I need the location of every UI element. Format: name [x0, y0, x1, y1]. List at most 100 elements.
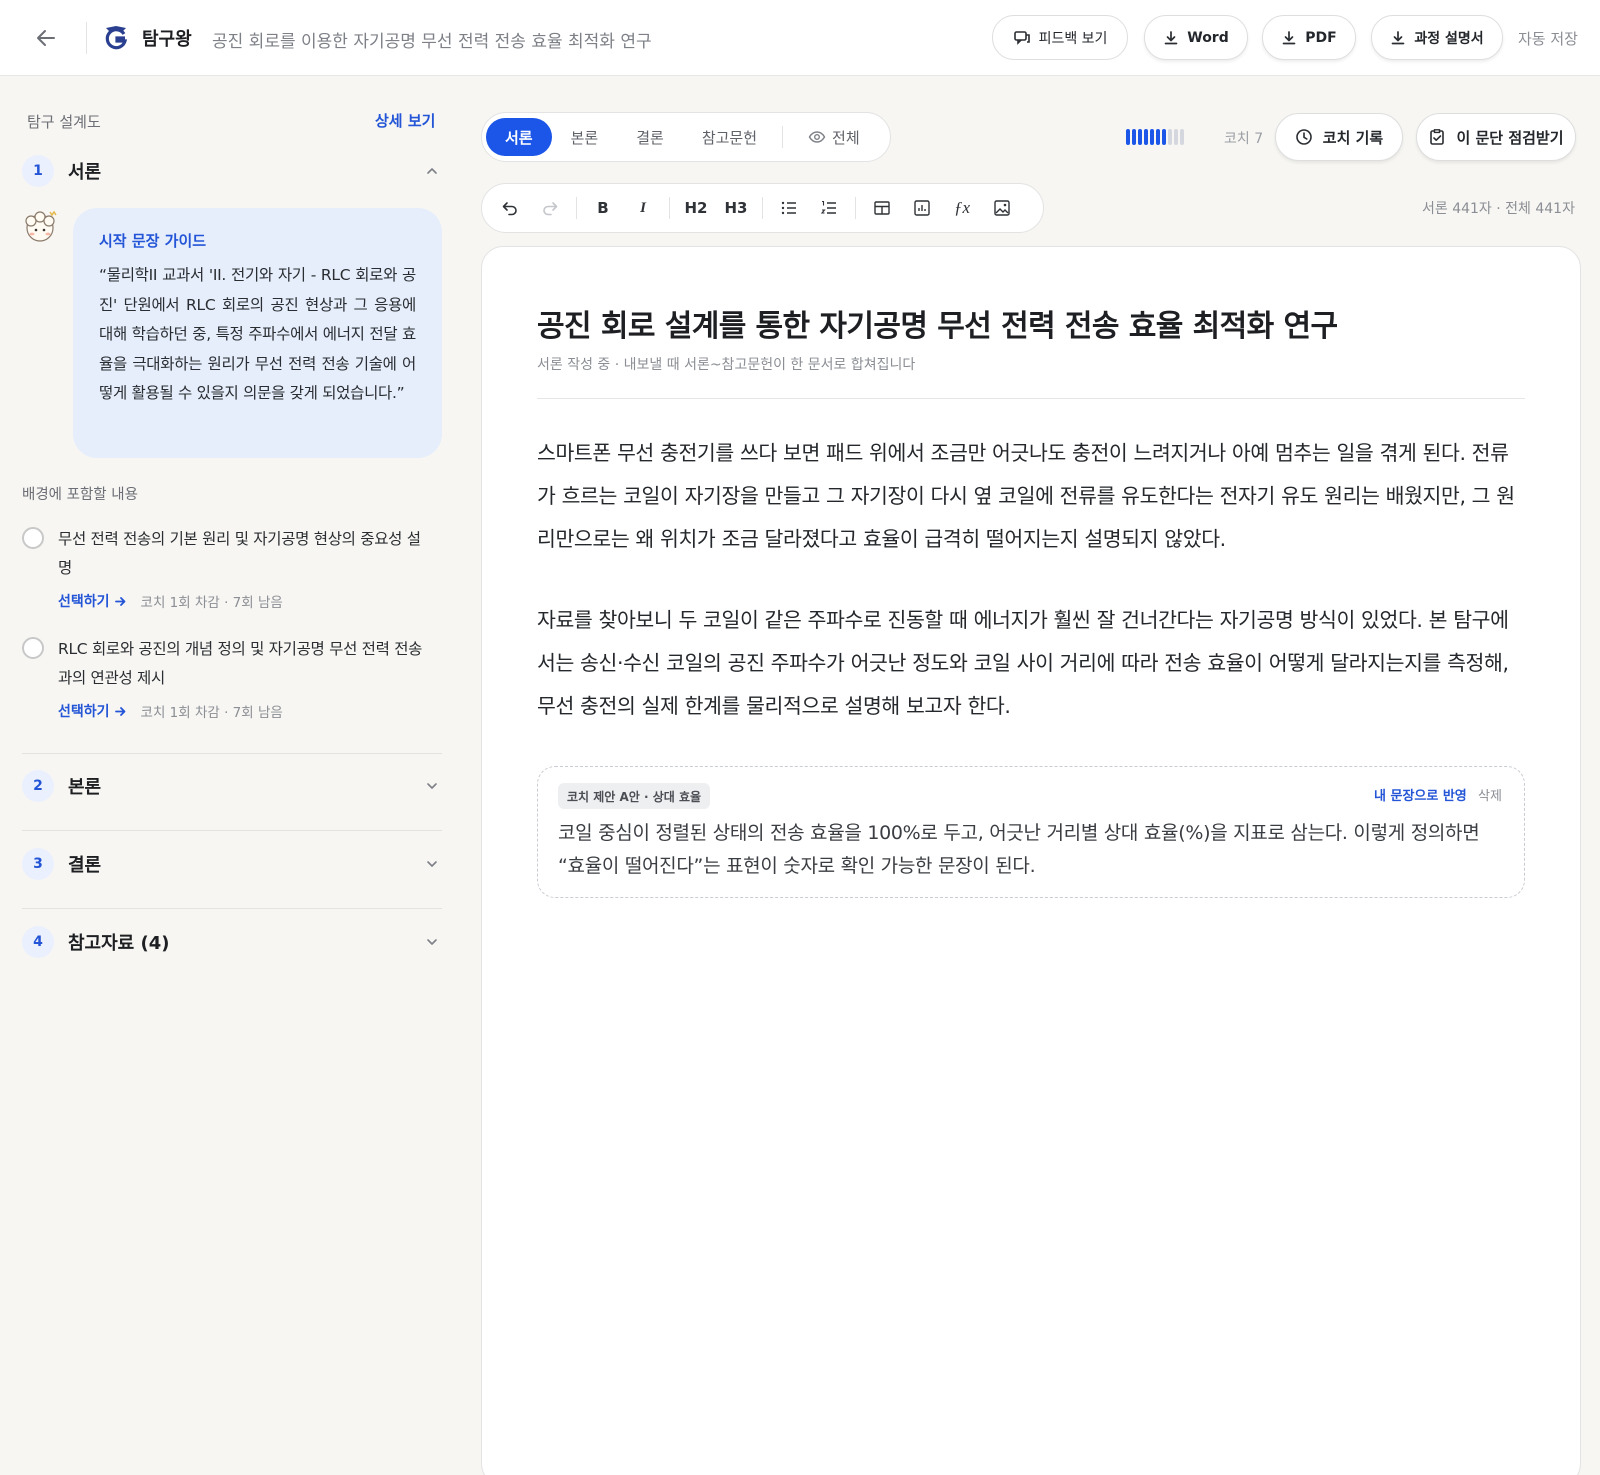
coach-meter-segment	[1168, 129, 1172, 145]
editing-status-text: 서론 작성 중 · 내보낼 때 서론~참고문헌이 한 문서로 합쳐집니다	[537, 357, 916, 373]
coach-meter-segment	[1180, 129, 1184, 145]
coach-meter-segment	[1162, 129, 1166, 145]
section-header-conclusion[interactable]: 3 결론	[22, 844, 442, 884]
chevron-up-icon	[422, 161, 442, 181]
coach-meter-segment	[1126, 129, 1130, 145]
numbered-list-button[interactable]	[809, 190, 849, 226]
item-checkbox[interactable]	[22, 527, 44, 549]
select-label: 선택하기	[58, 704, 110, 720]
redo-button[interactable]	[530, 190, 570, 226]
section-number: 4	[22, 926, 54, 958]
outline-sidebar: 탐구 설계도 상세 보기 1 서론 시작 문장 가이드 “물리학II 교과서 '…	[0, 77, 470, 1475]
section-divider	[22, 908, 442, 909]
apply-suggestion-button[interactable]: 내 문장으로 반영	[1374, 785, 1467, 804]
suggestion-badge: 코치 제안 A안 · 상대 효율	[558, 783, 711, 809]
feedback-button[interactable]: 피드백 보기	[992, 15, 1128, 60]
toolbar-divider	[855, 197, 856, 219]
coach-meter-segment	[1132, 129, 1136, 145]
redo-icon	[543, 202, 558, 216]
clipboard-check-icon	[1430, 129, 1445, 145]
insert-chart-button[interactable]	[902, 190, 942, 226]
table-icon	[874, 201, 890, 215]
check-paragraph-button[interactable]: 이 문단 점검받기	[1416, 113, 1576, 161]
coach-log-button[interactable]: 코치 기록	[1275, 113, 1403, 161]
guide-body: “물리학II 교과서 'II. 전기와 자기 - RLC 회로와 공진' 단원에…	[99, 266, 416, 402]
toolbar-divider	[576, 197, 577, 219]
download-icon	[1282, 30, 1296, 44]
top-header: 탐구왕 공진 회로를 이용한 자기공명 무선 전력 전송 효율 최적화 연구 피…	[0, 0, 1600, 76]
section-header-references[interactable]: 4 참고자료 (4)	[22, 922, 442, 962]
section-tabs: 서론 본론 결론 참고문헌 전체	[481, 112, 891, 162]
background-contents-label: 배경에 포함할 내용	[22, 487, 138, 503]
chat-icon	[1013, 30, 1030, 45]
coach-cost-text: 코치 1회 차감 · 7회 남음	[140, 705, 283, 721]
back-button[interactable]	[32, 24, 60, 52]
paragraph[interactable]: 자료를 찾아보니 두 코일이 같은 주파수로 진동할 때 에너지가 훨씬 잘 건…	[537, 599, 1527, 728]
section-label: 참고자료 (4)	[68, 933, 170, 954]
coach-meter-segment	[1174, 129, 1178, 145]
tab-references[interactable]: 참고문헌	[683, 118, 776, 156]
numbered-list-icon	[820, 200, 836, 214]
section-label: 본론	[68, 777, 102, 798]
chevron-down-icon	[422, 854, 442, 874]
section-divider	[22, 753, 442, 754]
bullet-list-icon	[781, 201, 796, 215]
tab-all[interactable]: 전체	[789, 118, 879, 156]
italic-button[interactable]: I	[623, 190, 663, 226]
document-heading[interactable]: 공진 회로 설계를 통한 자기공명 무선 전력 전송 효율 최적화 연구	[537, 301, 1338, 345]
brand-logo-icon	[102, 24, 130, 52]
export-pdf-button[interactable]: PDF	[1262, 15, 1356, 60]
select-link[interactable]: 선택하기	[58, 701, 127, 721]
select-link[interactable]: 선택하기	[58, 591, 127, 611]
sidebar-title: 탐구 설계도	[27, 113, 101, 131]
heading2-button[interactable]: H2	[676, 190, 716, 226]
arrow-right-icon	[114, 596, 125, 606]
insert-formula-button[interactable]: ƒx	[942, 190, 982, 226]
coach-meter-segment	[1156, 129, 1160, 145]
section-number: 3	[22, 848, 54, 880]
autosave-status: 자동 저장	[1518, 30, 1578, 48]
character-count: 서론 441자 · 전체 441자	[1422, 201, 1575, 217]
section-header-intro[interactable]: 1 서론	[22, 151, 442, 191]
tab-divider	[782, 126, 784, 148]
list-item: 무선 전력 전송의 기본 원리 및 자기공명 현상의 중요성 설명 선택하기 코…	[22, 525, 442, 625]
item-checkbox[interactable]	[22, 637, 44, 659]
section-divider	[22, 830, 442, 831]
bullet-list-button[interactable]	[769, 190, 809, 226]
coach-meter-segment	[1150, 129, 1154, 145]
coach-cost-text: 코치 1회 차감 · 7회 남음	[140, 595, 283, 611]
download-icon	[1164, 30, 1178, 44]
chevron-down-icon	[422, 776, 442, 796]
undo-button[interactable]	[490, 190, 530, 226]
delete-suggestion-button[interactable]: 삭제	[1478, 785, 1502, 804]
item-meta: 선택하기 코치 1회 차감 · 7회 남음	[58, 591, 283, 611]
export-process-doc-button[interactable]: 과정 설명서	[1371, 15, 1503, 60]
chevron-down-icon	[422, 932, 442, 952]
tab-intro[interactable]: 서론	[486, 118, 552, 156]
section-header-body[interactable]: 2 본론	[22, 766, 442, 806]
formula-icon: ƒx	[953, 198, 971, 217]
coach-log-label: 코치 기록	[1322, 128, 1384, 147]
undo-icon	[502, 202, 517, 216]
coach-remaining-meter	[1126, 128, 1184, 146]
tab-body[interactable]: 본론	[552, 118, 618, 156]
tab-conclusion[interactable]: 결론	[617, 118, 683, 156]
detail-view-link[interactable]: 상세 보기	[375, 110, 435, 131]
word-label: Word	[1187, 29, 1229, 46]
paragraph[interactable]: 스마트폰 무선 충전기를 쓰다 보면 패드 위에서 조금만 어긋나도 충전이 느…	[537, 432, 1527, 561]
document-editor[interactable]: 공진 회로 설계를 통한 자기공명 무선 전력 전송 효율 최적화 연구 서론 …	[481, 246, 1581, 1475]
insert-table-button[interactable]	[862, 190, 902, 226]
feedback-label: 피드백 보기	[1038, 30, 1108, 47]
bold-button[interactable]: B	[583, 190, 623, 226]
insert-image-button[interactable]	[982, 190, 1022, 226]
header-divider	[86, 22, 87, 54]
process-doc-label: 과정 설명서	[1414, 30, 1484, 47]
guide-title: 시작 문장 가이드	[99, 232, 207, 250]
coach-meter-segment	[1144, 129, 1148, 145]
item-text: 무선 전력 전송의 기본 원리 및 자기공명 현상의 중요성 설명	[58, 530, 421, 577]
suggestion-text: 코일 중심이 정렬된 상태의 전송 효율을 100%로 두고, 어긋난 거리별 …	[558, 822, 1480, 877]
export-word-button[interactable]: Word	[1144, 15, 1248, 60]
section-label: 서론	[68, 162, 102, 183]
heading3-button[interactable]: H3	[716, 190, 756, 226]
arrow-right-icon	[114, 706, 125, 716]
